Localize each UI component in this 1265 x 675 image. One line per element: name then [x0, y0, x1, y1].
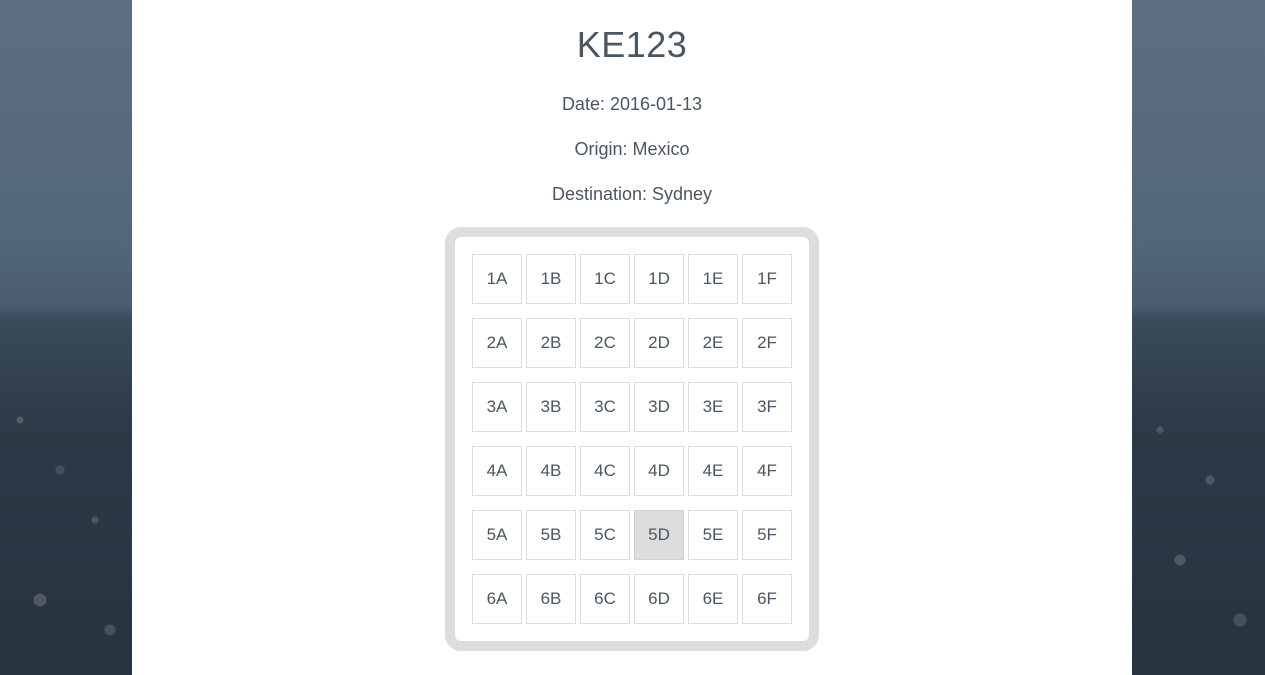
seat-1b[interactable]: 1B: [526, 254, 576, 304]
seat-4f[interactable]: 4F: [742, 446, 792, 496]
seat-6c[interactable]: 6C: [580, 574, 630, 624]
seat-1e[interactable]: 1E: [688, 254, 738, 304]
seat-4e[interactable]: 4E: [688, 446, 738, 496]
seat-3b[interactable]: 3B: [526, 382, 576, 432]
seat-1f[interactable]: 1F: [742, 254, 792, 304]
seat-1a[interactable]: 1A: [472, 254, 522, 304]
seat-5c[interactable]: 5C: [580, 510, 630, 560]
seat-6b[interactable]: 6B: [526, 574, 576, 624]
seat-3c[interactable]: 3C: [580, 382, 630, 432]
seat-5f[interactable]: 5F: [742, 510, 792, 560]
seat-map: 1A 1B 1C 1D 1E 1F 2A 2B 2C 2D 2E 2F 3A 3B 3C 3D 3E 3F 4A 4B…: [445, 227, 819, 651]
seat-6f[interactable]: 6F: [742, 574, 792, 624]
seat-6d[interactable]: 6D: [634, 574, 684, 624]
seat-3e[interactable]: 3E: [688, 382, 738, 432]
seat-5a[interactable]: 5A: [472, 510, 522, 560]
seat-2c[interactable]: 2C: [580, 318, 630, 368]
seat-grid: 1A 1B 1C 1D 1E 1F 2A 2B 2C 2D 2E 2F 3A 3B 3C 3D 3E 3F 4A 4B…: [472, 254, 792, 624]
seat-4d[interactable]: 4D: [634, 446, 684, 496]
seat-2a[interactable]: 2A: [472, 318, 522, 368]
flight-destination: Destination: Sydney: [551, 184, 713, 204]
seat-6e[interactable]: 6E: [688, 574, 738, 624]
seat-5b[interactable]: 5B: [526, 510, 576, 560]
seat-2f[interactable]: 2F: [742, 318, 792, 368]
flight-date: Date: 2016-01-13: [561, 94, 703, 114]
seat-1c[interactable]: 1C: [580, 254, 630, 304]
seat-5d[interactable]: 5D: [634, 510, 684, 560]
seat-2e[interactable]: 2E: [688, 318, 738, 368]
flight-origin: Origin: Mexico: [574, 139, 690, 159]
seat-3a[interactable]: 3A: [472, 382, 522, 432]
seat-3f[interactable]: 3F: [742, 382, 792, 432]
seat-4a[interactable]: 4A: [472, 446, 522, 496]
seat-2d[interactable]: 2D: [634, 318, 684, 368]
seat-1d[interactable]: 1D: [634, 254, 684, 304]
content-panel: KE123 Date: 2016-01-13 Origin: Mexico De…: [132, 0, 1132, 675]
seat-5e[interactable]: 5E: [688, 510, 738, 560]
seat-4b[interactable]: 4B: [526, 446, 576, 496]
flight-number-title: KE123: [576, 24, 688, 65]
seat-4c[interactable]: 4C: [580, 446, 630, 496]
seat-3d[interactable]: 3D: [634, 382, 684, 432]
seat-6a[interactable]: 6A: [472, 574, 522, 624]
seat-2b[interactable]: 2B: [526, 318, 576, 368]
